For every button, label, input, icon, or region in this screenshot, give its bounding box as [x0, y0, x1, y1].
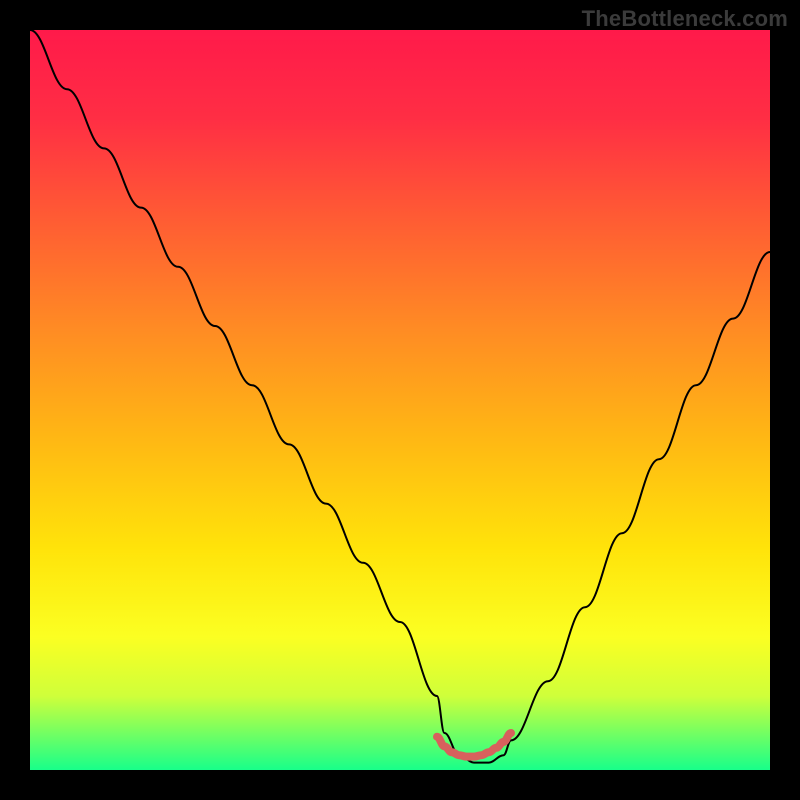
watermark-text: TheBottleneck.com — [582, 6, 788, 32]
chart-frame: { "watermark": "TheBottleneck.com", "col… — [0, 0, 800, 800]
plot-background — [30, 30, 770, 770]
chart-svg — [0, 0, 800, 800]
